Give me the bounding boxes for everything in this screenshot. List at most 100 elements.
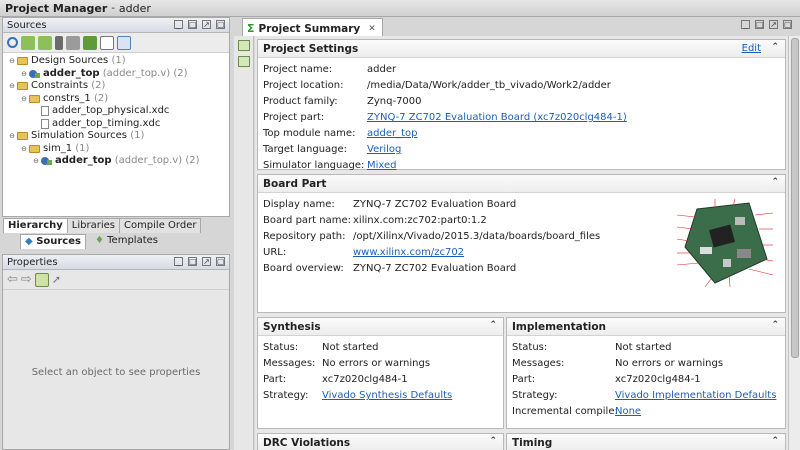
vertical-scrollbar[interactable] (788, 36, 800, 450)
tree-item-adder-top[interactable]: ⊖ adder_top (adder_top.v) (2) (7, 68, 229, 81)
collapse-icon[interactable]: ⌃ (771, 177, 779, 187)
back-icon[interactable]: ⇦ (7, 272, 18, 287)
label: URL: (263, 247, 287, 258)
implementation-section: Implementation ⌃ Status: Messages: Part:… (506, 317, 786, 429)
expand-toggle-icon[interactable]: ⊖ (19, 68, 29, 80)
tab-sources[interactable]: ◆ Sources (20, 234, 86, 249)
edit-link[interactable]: Edit (742, 43, 761, 54)
show-all-icon[interactable] (55, 35, 63, 50)
tab-compile-order[interactable]: Compile Order (118, 218, 202, 233)
label: Board part name: (263, 215, 351, 226)
sources-view-tabs: Hierarchy Libraries Compile Order (3, 218, 202, 233)
add-sources-icon[interactable] (83, 35, 97, 50)
expand-toggle-icon[interactable]: ⊖ (7, 130, 17, 142)
label: Status: (512, 342, 548, 353)
expand-toggle-icon[interactable]: ⊖ (7, 55, 17, 67)
timing-header: Timing ⌃ (507, 434, 785, 450)
folder-icon (17, 132, 28, 141)
synthesis-messages-value: No errors or warnings (322, 358, 431, 369)
close-icon[interactable]: ✕ (368, 24, 376, 34)
tree-item-physical-xdc[interactable]: adder_top_physical.xdc (7, 105, 229, 118)
sources-panel-title: Sources (7, 19, 47, 31)
implementation-strategy-link[interactable]: Vivado Implementation Defaults (615, 388, 776, 404)
collapse-icon[interactable]: ⌃ (489, 436, 497, 446)
tree-item-design-sources[interactable]: ⊖ Design Sources (1) (7, 55, 229, 68)
incremental-compile-link[interactable]: None (615, 404, 641, 420)
auto-update-icon[interactable] (34, 272, 49, 287)
synthesis-status-value: Not started (322, 342, 379, 353)
collapse-icon[interactable]: ⌃ (771, 436, 779, 446)
tab-templates[interactable]: ♦ Templates (91, 234, 162, 249)
summary-collapse-icon[interactable] (238, 56, 250, 67)
expand-toggle-icon[interactable]: ⊖ (19, 93, 29, 105)
tree-item-simulation-sources[interactable]: ⊖ Simulation Sources (1) (7, 130, 229, 143)
maximize-icon[interactable]: ▢ (216, 257, 225, 266)
scrollbar-thumb[interactable] (791, 38, 799, 358)
float-icon[interactable]: ↗ (202, 257, 211, 266)
project-location-value: /media/Data/Work/adder_tb_vivado/Work2/a… (367, 80, 611, 91)
maximize-icon[interactable]: ▢ (783, 20, 792, 29)
hierarchy-update-icon[interactable] (117, 35, 131, 50)
tree-item-count: (2) (93, 92, 109, 104)
sources-tab-icon: ◆ (25, 236, 33, 247)
expand-toggle-icon[interactable]: ⊖ (19, 143, 29, 155)
xdc-file-icon (41, 118, 49, 129)
float-icon[interactable]: ↗ (769, 20, 778, 29)
implementation-keys: Status: Messages: Part: Strategy: Increm… (512, 340, 618, 420)
tree-item-file: (adder_top.v) (2) (102, 67, 188, 79)
collapse-icon[interactable]: ⌃ (771, 42, 779, 52)
simulator-language-link[interactable]: Mixed (367, 158, 397, 174)
tree-item-label: sim_1 (43, 142, 73, 154)
summary-side-toolbar (234, 36, 254, 450)
pointer-icon[interactable]: ➚ (52, 273, 61, 286)
project-settings-header: Project Settings Edit ⌃ (258, 40, 785, 58)
drc-violations-header: DRC Violations ⌃ (258, 434, 503, 450)
maximize-icon[interactable]: ▢ (216, 20, 225, 29)
collapse-all-icon[interactable] (21, 35, 35, 50)
board-url-link[interactable]: www.xilinx.com/zc702 (353, 245, 464, 261)
float-icon[interactable]: ↗ (202, 20, 211, 29)
minimize-icon[interactable]: _ (174, 20, 183, 29)
summary-expand-icon[interactable] (238, 40, 250, 51)
collapse-icon[interactable]: ⌃ (489, 320, 497, 330)
section-title: DRC Violations (263, 436, 351, 449)
tree-item-count: (1) (111, 55, 126, 67)
section-title: Implementation (512, 320, 607, 333)
board-part-keys: Display name: Board part name: Repositor… (263, 197, 358, 277)
repository-path-value: /opt/Xilinx/Vivado/2015.3/data/boards/bo… (353, 231, 601, 242)
target-language-link[interactable]: Verilog (367, 142, 401, 158)
tree-item-timing-xdc[interactable]: adder_top_timing.xdc (7, 118, 229, 131)
restore-icon[interactable]: □ (755, 20, 764, 29)
tree-item-constraints[interactable]: ⊖ Constraints (2) (7, 80, 229, 93)
tab-project-summary-label: Project Summary (258, 22, 361, 35)
minimize-icon[interactable]: _ (174, 257, 183, 266)
search-icon[interactable] (7, 37, 18, 48)
project-settings-keys: Project name: Project location: Product … (263, 62, 373, 174)
forward-icon[interactable]: ⇨ (21, 272, 32, 287)
collapse-icon[interactable]: ⌃ (771, 320, 779, 330)
restore-icon[interactable]: □ (188, 20, 197, 29)
expand-all-icon[interactable] (38, 35, 52, 50)
minimize-icon[interactable]: _ (741, 20, 750, 29)
restore-icon[interactable]: □ (188, 257, 197, 266)
expand-toggle-icon[interactable]: ⊖ (7, 80, 17, 92)
tree-item-constrs-1[interactable]: ⊖ constrs_1 (2) (7, 93, 229, 106)
folder-icon[interactable] (66, 35, 80, 50)
bulb-icon: ♦ (94, 235, 104, 246)
expand-toggle-icon[interactable]: ⊖ (31, 155, 41, 167)
board-overview-value: ZYNQ-7 ZC702 Evaluation Board (353, 263, 517, 274)
section-title: Board Part (263, 177, 327, 190)
folder-icon (17, 82, 28, 91)
project-part-link[interactable]: ZYNQ-7 ZC702 Evaluation Board (xc7z020cl… (367, 110, 627, 126)
tab-hierarchy[interactable]: Hierarchy (3, 218, 68, 233)
folder-icon (29, 94, 40, 103)
tab-project-summary[interactable]: Σ Project Summary ✕ (242, 18, 383, 36)
synthesis-strategy-link[interactable]: Vivado Synthesis Defaults (322, 388, 452, 404)
top-module-link[interactable]: adder_top (367, 126, 417, 142)
board-part-header: Board Part ⌃ (258, 175, 785, 193)
tree-item-count: (1) (130, 130, 145, 142)
tree-item-sim-1[interactable]: ⊖ sim_1 (1) (7, 143, 229, 156)
document-icon[interactable] (100, 35, 114, 50)
tree-item-sim-adder-top[interactable]: ⊖ adder_top (adder_top.v) (2) (7, 155, 229, 168)
tab-libraries[interactable]: Libraries (66, 218, 120, 233)
